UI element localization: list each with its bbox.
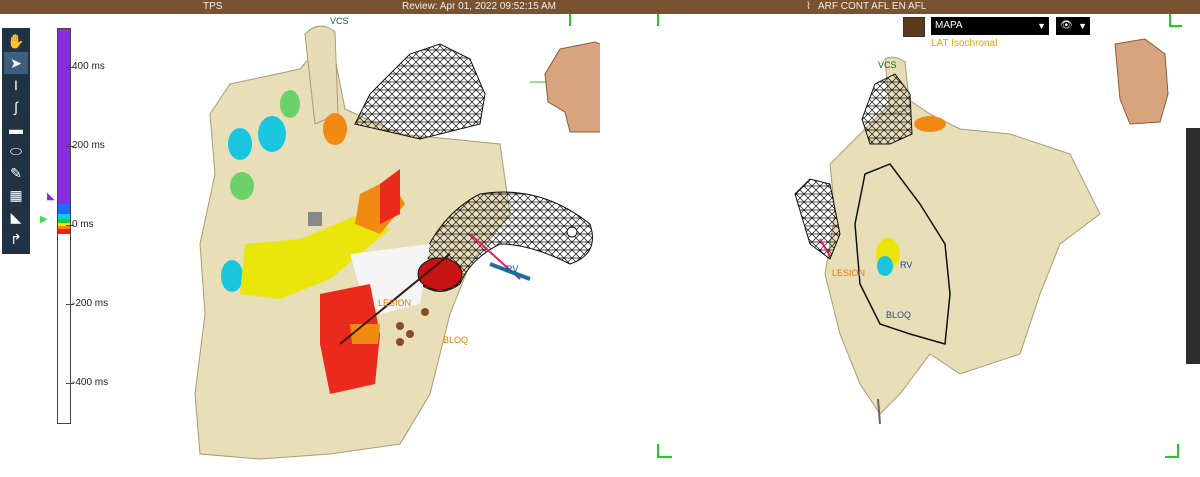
- lat-patch-cyan: [228, 128, 252, 160]
- corner-bracket: [1165, 444, 1179, 458]
- lat-patch-green: [230, 172, 254, 200]
- right-side-panel[interactable]: [1186, 128, 1200, 364]
- mesh-top: [354, 43, 486, 140]
- chevron-down-icon: ▼: [1078, 21, 1087, 31]
- lesion-point: [396, 338, 404, 346]
- atrium-surface: [824, 93, 1101, 415]
- map-window-icon[interactable]: [903, 17, 925, 37]
- system-title: TPS: [203, 1, 223, 12]
- map-type-label: LAT Isochronal: [931, 38, 998, 49]
- study-icon: ⌇: [806, 1, 811, 12]
- torso-orientation-icon: [544, 41, 600, 133]
- rv-label: RV: [900, 260, 913, 270]
- vcs-label: VCS: [330, 16, 349, 26]
- left-anatomy-map[interactable]: [0, 14, 600, 477]
- lat-patch-cyan: [221, 260, 243, 292]
- map-select-value: MAPA: [935, 20, 963, 31]
- lat-patch-cyan: [877, 256, 893, 276]
- lesion-point: [396, 322, 404, 330]
- lesion-label: LESION: [832, 268, 866, 278]
- lat-patch-orange: [323, 113, 347, 145]
- bloq-label: BLOQ: [443, 335, 469, 345]
- lat-patch-green: [280, 90, 300, 118]
- corner-bracket: [657, 444, 672, 458]
- lesion-point: [421, 308, 429, 316]
- left-3d-view[interactable]: VCS LESION RV BLOQ: [0, 14, 600, 477]
- lat-patch-orange: [350, 324, 380, 344]
- right-anatomy-map[interactable]: [600, 14, 1200, 477]
- eye-icon: 👁: [1060, 20, 1073, 31]
- study-title: ARF CONT AFL EN AFL: [818, 1, 927, 12]
- review-timestamp: Review: Apr 01, 2022 09:52:15 AM: [402, 1, 556, 12]
- vcs-label: VCS: [878, 60, 897, 70]
- lat-patch-orange: [914, 116, 946, 132]
- gray-marker: [308, 212, 322, 226]
- chevron-down-icon: ▼: [1037, 21, 1046, 31]
- bloq-label: BLOQ: [886, 310, 912, 320]
- tube-opening: [566, 226, 578, 238]
- right-3d-view[interactable]: VCS LESION RV BLOQ: [600, 14, 1200, 477]
- torso-orientation-icon: [1114, 38, 1169, 125]
- top-bar: TPS Review: Apr 01, 2022 09:52:15 AM ⌇ A…: [0, 0, 1200, 14]
- lat-patch-cyan: [258, 116, 286, 152]
- corner-bracket: [1169, 14, 1182, 27]
- rv-label: RV: [506, 264, 519, 274]
- map-select-dropdown[interactable]: MAPA ▼: [931, 17, 1049, 35]
- lesion-label: LESION: [378, 298, 412, 308]
- visibility-dropdown[interactable]: 👁 ▼: [1056, 17, 1090, 35]
- lesion-point: [406, 330, 414, 338]
